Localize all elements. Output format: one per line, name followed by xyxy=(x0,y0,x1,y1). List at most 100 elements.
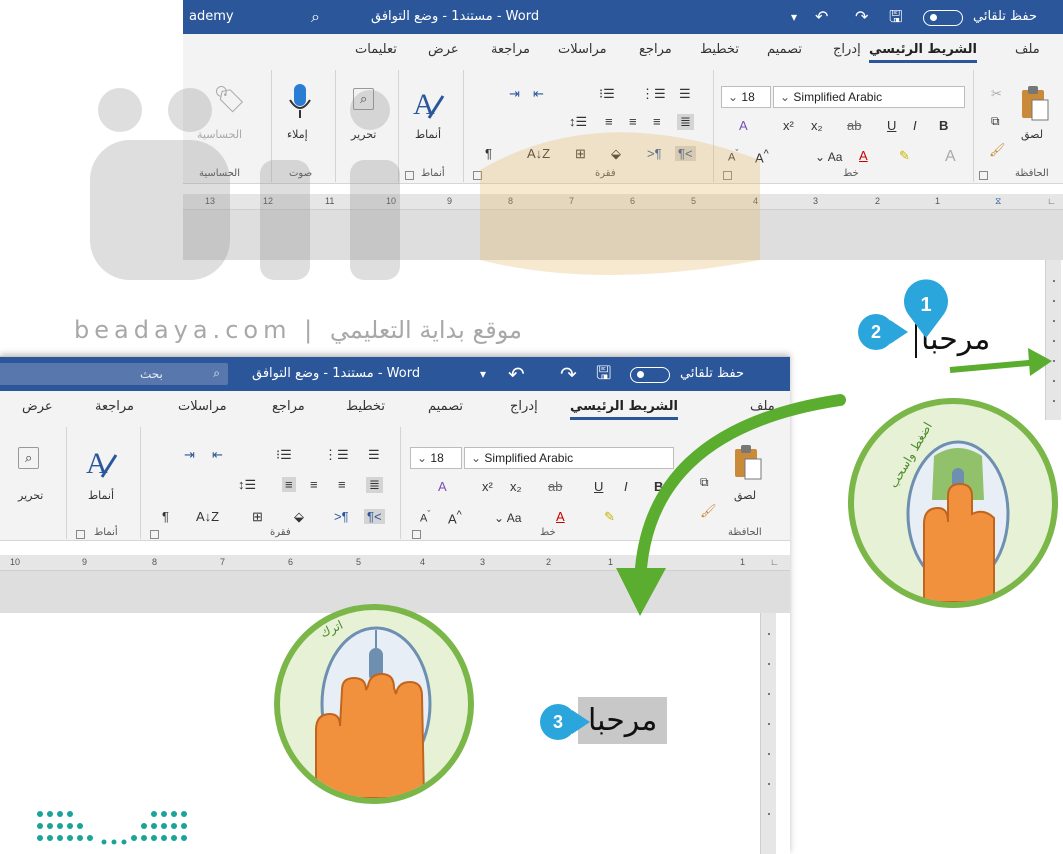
tab-review[interactable]: مراجعة xyxy=(95,399,134,414)
sensitivity-icon[interactable]: 🏷 xyxy=(213,84,246,115)
align-left-button[interactable]: ≡ xyxy=(310,477,318,492)
grow-font-button[interactable]: A^ xyxy=(755,148,769,165)
clear-format-icon[interactable]: A xyxy=(438,479,447,494)
change-case-button[interactable]: ⌄ Aa xyxy=(494,511,521,525)
numbering-icon[interactable]: ⋮☰ xyxy=(641,86,666,102)
tab-layout[interactable]: تخطيط xyxy=(346,399,385,414)
font-color-button[interactable]: A xyxy=(556,509,565,524)
rtl-button[interactable]: ¶< xyxy=(675,146,696,161)
grow-font-button[interactable]: A^ xyxy=(448,509,462,526)
tab-references[interactable]: مراجع xyxy=(639,42,672,57)
align-left-button[interactable]: ≡ xyxy=(629,114,637,129)
sort-icon[interactable]: A↓Z xyxy=(196,509,219,524)
shading-icon[interactable]: ⬙ xyxy=(294,509,304,525)
customize-qat-icon[interactable]: ▾ xyxy=(480,365,486,383)
align-right-button[interactable]: ≣ xyxy=(677,114,694,130)
tab-review[interactable]: مراجعة xyxy=(491,42,530,57)
tab-mailings[interactable]: مراسلات xyxy=(558,42,607,57)
italic-button[interactable]: I xyxy=(913,118,917,133)
superscript-button[interactable]: x² xyxy=(482,479,493,494)
superscript-button[interactable]: x² xyxy=(783,118,794,133)
undo-icon[interactable]: ↶ xyxy=(815,8,828,26)
strikethrough-button[interactable]: ab xyxy=(847,118,861,133)
tab-design[interactable]: تصميم xyxy=(428,399,463,414)
line-spacing-icon[interactable]: ↕☰ xyxy=(238,477,256,493)
paste-icon[interactable] xyxy=(1019,84,1051,122)
sort-icon[interactable]: A↓Z xyxy=(527,146,550,161)
shrink-font-button[interactable]: Aˇ xyxy=(420,509,430,525)
highlight-icon[interactable]: ✎ xyxy=(899,148,910,164)
tab-layout[interactable]: تخطيط xyxy=(700,42,739,57)
tab-insert[interactable]: إدراج xyxy=(510,399,538,414)
rtl-button[interactable]: ¶< xyxy=(364,509,385,524)
multilevel-list-icon[interactable]: ☰ xyxy=(679,86,691,102)
indent-icon[interactable]: ⇤ xyxy=(212,447,223,463)
font-size-field[interactable]: ⌄ 18 xyxy=(410,447,462,469)
align-right-button[interactable]: ≣ xyxy=(366,477,383,493)
undo-icon[interactable]: ↶ xyxy=(508,364,525,384)
styles-icon[interactable]: A xyxy=(411,84,445,124)
clear-format-icon[interactable]: A xyxy=(739,118,748,133)
indent-icon[interactable]: ⇤ xyxy=(533,86,544,102)
font-color-button[interactable]: A xyxy=(859,148,868,163)
bullets-icon[interactable]: ⁝☰ xyxy=(599,86,615,102)
tab-design[interactable]: تصميم xyxy=(767,42,802,57)
styles-launcher-icon[interactable] xyxy=(76,530,85,539)
numbering-icon[interactable]: ⋮☰ xyxy=(324,447,349,463)
tab-home[interactable]: الشريط الرئيسي xyxy=(869,42,977,63)
underline-button[interactable]: U xyxy=(887,118,896,133)
redo-icon[interactable]: ↷ xyxy=(855,8,868,26)
tab-mailings[interactable]: مراسلات xyxy=(178,399,227,414)
save-icon[interactable]: 🖫 xyxy=(889,8,903,26)
font-size-field[interactable]: ⌄ 18 xyxy=(721,86,771,108)
paragraph-launcher-icon[interactable] xyxy=(473,171,482,180)
search-box[interactable]: ⌕ بحث xyxy=(0,363,228,385)
copy-icon[interactable]: ⧉ xyxy=(991,114,1000,129)
bold-button[interactable]: B xyxy=(939,118,948,133)
outdent-icon[interactable]: ⇥ xyxy=(184,447,195,463)
indent-marker-icon[interactable]: ⧖ xyxy=(995,196,1001,207)
justify-button[interactable]: ≡ xyxy=(605,114,613,129)
borders-icon[interactable]: ⊞ xyxy=(252,509,263,525)
outdent-icon[interactable]: ⇥ xyxy=(509,86,520,102)
clipboard-launcher-icon[interactable] xyxy=(979,171,988,180)
redo-icon[interactable]: ↷ xyxy=(560,364,577,384)
subscript-button[interactable]: x₂ xyxy=(811,118,823,133)
multilevel-list-icon[interactable]: ☰ xyxy=(368,447,380,463)
align-center-button[interactable]: ≡ xyxy=(338,477,346,492)
autosave-toggle[interactable] xyxy=(923,10,963,26)
search-icon[interactable]: ⌕ xyxy=(311,8,320,26)
styles-icon[interactable]: A xyxy=(84,443,118,483)
strikethrough-button[interactable]: ab xyxy=(548,479,562,494)
align-center-button[interactable]: ≡ xyxy=(653,114,661,129)
font-launcher-icon[interactable] xyxy=(412,530,421,539)
customize-qat-icon[interactable]: ▾ xyxy=(791,8,797,26)
tab-insert[interactable]: إدراج xyxy=(833,42,861,57)
show-marks-icon[interactable]: ¶ xyxy=(485,146,492,161)
tab-file[interactable]: ملف xyxy=(1015,42,1040,57)
tab-view[interactable]: عرض xyxy=(22,399,53,414)
borders-icon[interactable]: ⊞ xyxy=(575,146,586,162)
format-painter-icon[interactable]: 🖌 xyxy=(989,142,1006,158)
shrink-font-button[interactable]: Aˇ xyxy=(728,148,738,164)
show-marks-icon[interactable]: ¶ xyxy=(162,509,169,524)
find-icon[interactable]: ⌕ xyxy=(18,447,40,469)
tab-view[interactable]: عرض xyxy=(428,42,459,57)
dictate-microphone-icon[interactable] xyxy=(287,82,313,122)
find-icon[interactable]: ⌕ xyxy=(353,88,375,110)
font-launcher-icon[interactable] xyxy=(723,171,732,180)
change-case-button[interactable]: ⌄ Aa xyxy=(815,150,842,164)
text-effects-icon[interactable]: A xyxy=(945,148,956,166)
ltr-button[interactable]: >¶ xyxy=(334,509,349,524)
ltr-button[interactable]: >¶ xyxy=(647,146,662,161)
subscript-button[interactable]: x₂ xyxy=(510,479,522,494)
tab-help[interactable]: تعليمات xyxy=(355,42,397,57)
tab-selector-icon[interactable]: ∟ xyxy=(1047,196,1056,206)
line-spacing-icon[interactable]: ↕☰ xyxy=(569,114,587,130)
tab-references[interactable]: مراجع xyxy=(272,399,305,414)
styles-launcher-icon[interactable] xyxy=(405,171,414,180)
bullets-icon[interactable]: ⁝☰ xyxy=(276,447,292,463)
justify-button[interactable]: ≡ xyxy=(282,477,296,492)
paragraph-launcher-icon[interactable] xyxy=(150,530,159,539)
font-name-field[interactable]: ⌄ Simplified Arabic xyxy=(773,86,965,108)
